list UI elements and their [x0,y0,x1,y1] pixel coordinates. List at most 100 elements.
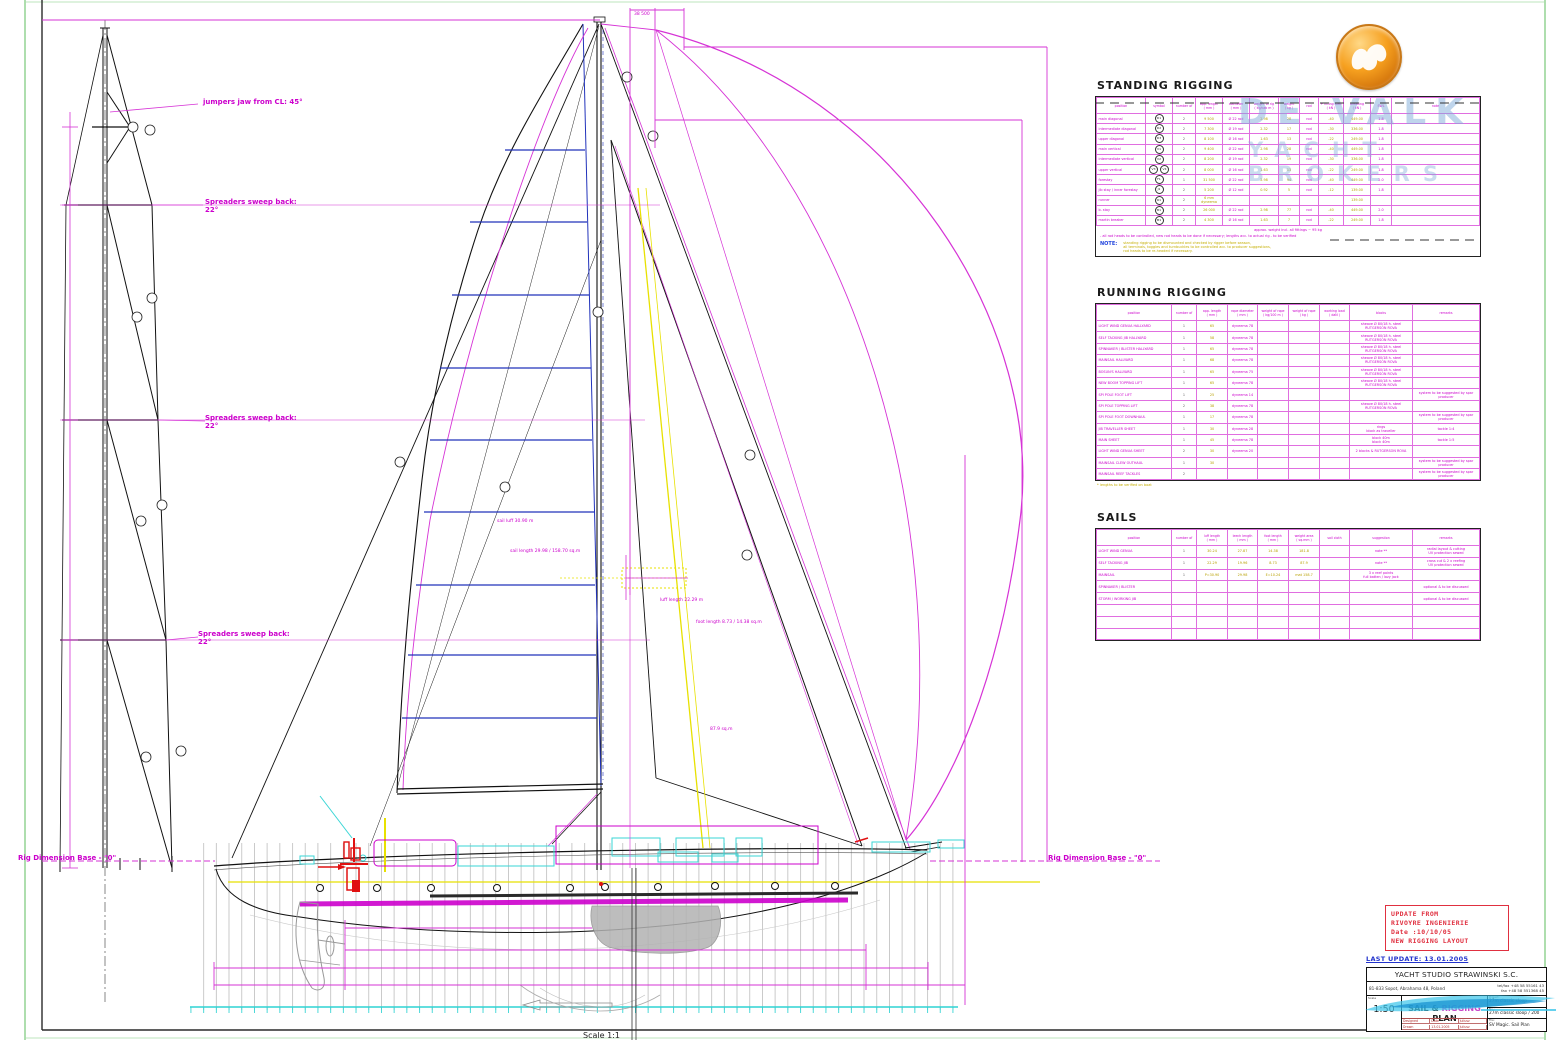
table-cell: SPINNAKER / BLISTER HALLYARD [1097,343,1172,354]
table-cell [1320,581,1350,593]
standing-rigging-title: STANDING RIGGING [1097,79,1481,92]
table-cell: Ø 19 rod [1223,124,1250,134]
table-row: BOSUN'S HALLYARD165dyneema 75sheave Ø 80… [1097,366,1480,377]
table-cell: system to be suggested by spar producer [1413,457,1480,468]
table-cell: LIGHT WIND GENUA [1097,546,1172,558]
table-cell: STORM / WORKING JIB [1097,593,1172,605]
table-cell: sheave Ø 80/18 h. steel RUTGERSON ROVA [1350,332,1413,343]
table-cell: MAIN SHEET [1097,434,1172,445]
table-cell [1392,185,1480,195]
masthead-dim-label: 38 500 [634,11,650,17]
standing-rigging-section: STANDING RIGGING positionsymbolnumber of… [1095,79,1481,257]
table-cell: 28 [1279,114,1300,124]
table-cell: rod [1300,144,1319,154]
table-row: b. stayB1226 000Ø 22 rod2.9877rod-40449.… [1097,205,1480,215]
table-cell [1413,616,1480,628]
table-cell: Ø 22 rod [1223,114,1250,124]
jib-and-staysail [560,28,910,849]
scale-cut-label: Scale 1:1 [583,1031,620,1040]
table-cell: b. stay [1097,205,1146,215]
column-header: weight ( kg ) [1279,98,1300,114]
table-cell: 2 [1172,446,1197,457]
table-row: LIGHT WIND GENUA SHEET230dyneema 202 blo… [1097,446,1480,457]
table-cell: 249.00 [1344,215,1371,225]
table-cell: 1 [1172,434,1197,445]
sail-label-4: foot length 8.73 / 14.38 sq.m [696,619,762,625]
table-cell: dyneema 28 [1228,423,1258,434]
table-cell: 1 [1172,389,1197,400]
table-cell [1350,469,1413,480]
column-header: working load ( daN ) [1320,305,1350,321]
table-cell: 249.00 [1344,164,1371,174]
table-cell: 26 000 [1196,205,1223,215]
table-cell [1289,593,1320,605]
column-header: leech length ( mm ) [1228,530,1258,546]
table-cell [1258,446,1289,457]
running-rigging-table: positionnumber ofapp. length ( mm )rope … [1096,304,1480,480]
table-cell: 2 [1173,205,1196,215]
table-cell: radial layout & cutting UV protection se… [1413,546,1480,558]
table-cell: 38 [1197,400,1228,411]
table-row: SPI POLE TOPPING LIFT238dyneema 78sheave… [1097,400,1480,411]
table-cell: mat 158.7 [1289,569,1320,581]
table-cell: 1 [1172,321,1197,332]
scale-value: 1:50 [1367,1004,1401,1015]
table-row: SPINNAKER / BLISTERoptional & to be disc… [1097,581,1480,593]
table-cell: 3 x reef points full batten / lazy jack [1350,569,1413,581]
scale-cell: Scale 1:50 [1367,996,1402,1030]
table-cell: 8 200 [1196,154,1223,164]
column-header: weight of rig ( kg/cab m ) [1250,98,1279,114]
table-cell: 1.8 [1371,215,1392,225]
table-cell: 2.98 [1250,114,1279,124]
update-line: Date :10/10/05 [1391,928,1503,937]
table-cell [1258,343,1289,354]
table-cell [1228,616,1258,628]
table-cell [1320,366,1350,377]
table-cell [1258,434,1289,445]
table-row: main diagonalD129 500Ø 22 rod2.9828rod-4… [1097,114,1480,124]
fitting-reference-circles-left [128,122,186,762]
table-cell: sheave Ø 80/18 h. steel RUTGERSON ROVA [1350,366,1413,377]
table-cell [1350,412,1413,423]
table-cell: 2.0 [1371,175,1392,185]
table-cell: block 40m block 40m [1350,434,1413,445]
table-cell [1392,134,1480,144]
sails-section: SAILS positionnumber ofluff length ( mm … [1095,511,1481,641]
table-cell [1258,616,1289,628]
table-row: SPI POLE FOOT DOWNHAUL117dyneema 78syste… [1097,412,1480,423]
table-cell: rod [1300,154,1319,164]
table-cell: rod [1300,134,1319,144]
table-cell [1413,321,1480,332]
table-cell [1371,195,1392,205]
table-cell [1197,616,1228,628]
table-cell: 27.87 [1228,546,1258,558]
table-cell: MAINSAIL HALLYARD [1097,355,1172,366]
jumpers-label: jumpers jaw from CL: 45° [202,98,303,106]
project-info-cells: Project: 27m classic sloop No.: 27m clas… [1488,996,1546,1030]
spreaders-label-1: Spreaders sweep back: [205,198,297,206]
table-row: JIB TRAVELLER SHEET130dyneema 28rings bl… [1097,423,1480,434]
table-cell [1413,343,1480,354]
table-cell [1197,469,1228,480]
table-cell: sheave Ø 80/18 h. steel RUTGERSON ROVA [1350,377,1413,388]
table-cell: 30 [1197,457,1228,468]
table-cell: J1 [1146,185,1173,195]
fitting-reference-circles-main [395,72,755,560]
sail-label-1: sail luff 30.90 m [497,518,533,524]
mast-front-view [60,20,172,1005]
company-phones: tel/fax +48 58 55161 43 fax +48 58 55136… [1497,984,1544,993]
column-header: diameter ( mm ) [1223,98,1250,114]
table-cell: 1 [1172,355,1197,366]
table-cell: 1 [1172,546,1197,558]
table-cell: -22 [1319,215,1344,225]
table-cell: -30 [1319,124,1344,134]
spreaders-label-3-deg: 22° [198,638,211,646]
table-row: SELF TACKING JIB122.2919.968.7387.9note … [1097,557,1480,569]
mainsail [397,24,603,846]
rigging-symbol-circle: V1 [1155,145,1164,154]
table-cell: 1.8 [1371,144,1392,154]
table-cell [1228,469,1258,480]
table-cell: 1.8 [1371,124,1392,134]
table-cell [1289,581,1320,593]
column-header: position [1097,305,1172,321]
